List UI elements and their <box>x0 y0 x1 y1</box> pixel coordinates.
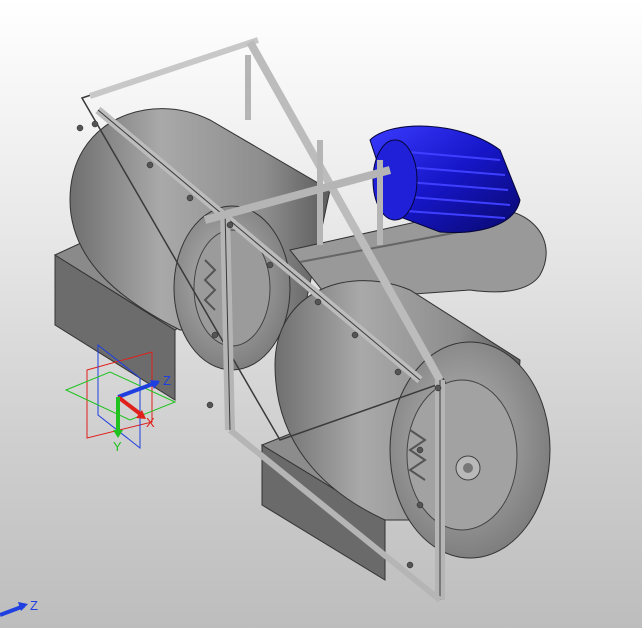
fan-assembly-model[interactable] <box>53 37 551 603</box>
view-orientation-triad[interactable]: Z <box>0 598 38 617</box>
triad-label-y: Y <box>113 439 122 454</box>
electric-motor[interactable] <box>369 125 521 233</box>
triad-label-x: X <box>146 415 155 430</box>
triad-label-z: Z <box>163 373 171 388</box>
cad-viewport[interactable]: Z X Y Z <box>0 0 642 628</box>
corner-label-z: Z <box>30 598 38 613</box>
triad-axis-x <box>116 395 145 418</box>
